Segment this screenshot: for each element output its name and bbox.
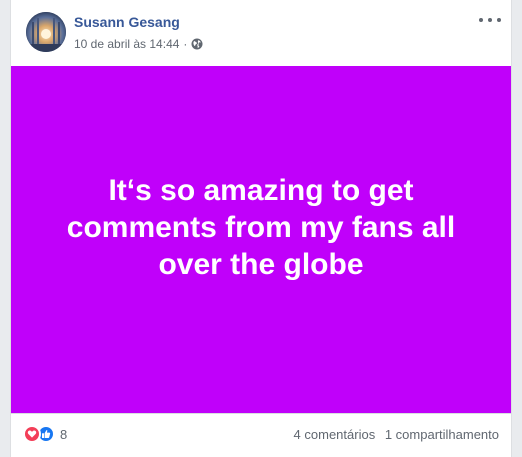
author-name[interactable]: Susann Gesang [74, 14, 180, 30]
love-icon [23, 425, 41, 443]
comments-link[interactable]: 4 comentários [294, 427, 376, 442]
post-stats: 4 comentários 1 compartilhamento [294, 427, 499, 442]
post-timestamp[interactable]: 10 de abril às 14:44 [74, 37, 179, 51]
reactions-summary[interactable]: 8 [23, 425, 67, 443]
more-dot [497, 18, 501, 22]
more-dot [479, 18, 483, 22]
more-options-icon[interactable] [479, 14, 501, 26]
post-header: Susann Gesang 10 de abril às 14:44 · [11, 0, 511, 66]
post-meta: 10 de abril às 14:44 · [74, 37, 203, 51]
post-footer: 8 4 comentários 1 compartilhamento [11, 413, 511, 457]
globe-icon[interactable] [191, 38, 203, 50]
reaction-count: 8 [60, 426, 68, 442]
meta-separator: · [183, 37, 188, 51]
post-media[interactable]: It‘s so amazing to get comments from my … [11, 66, 511, 413]
post-text: It‘s so amazing to get comments from my … [66, 174, 456, 281]
avatar[interactable] [26, 12, 66, 52]
more-dot [488, 18, 492, 22]
shares-link[interactable]: 1 compartilhamento [385, 427, 499, 442]
post-card: Susann Gesang 10 de abril às 14:44 · It‘… [10, 0, 512, 457]
